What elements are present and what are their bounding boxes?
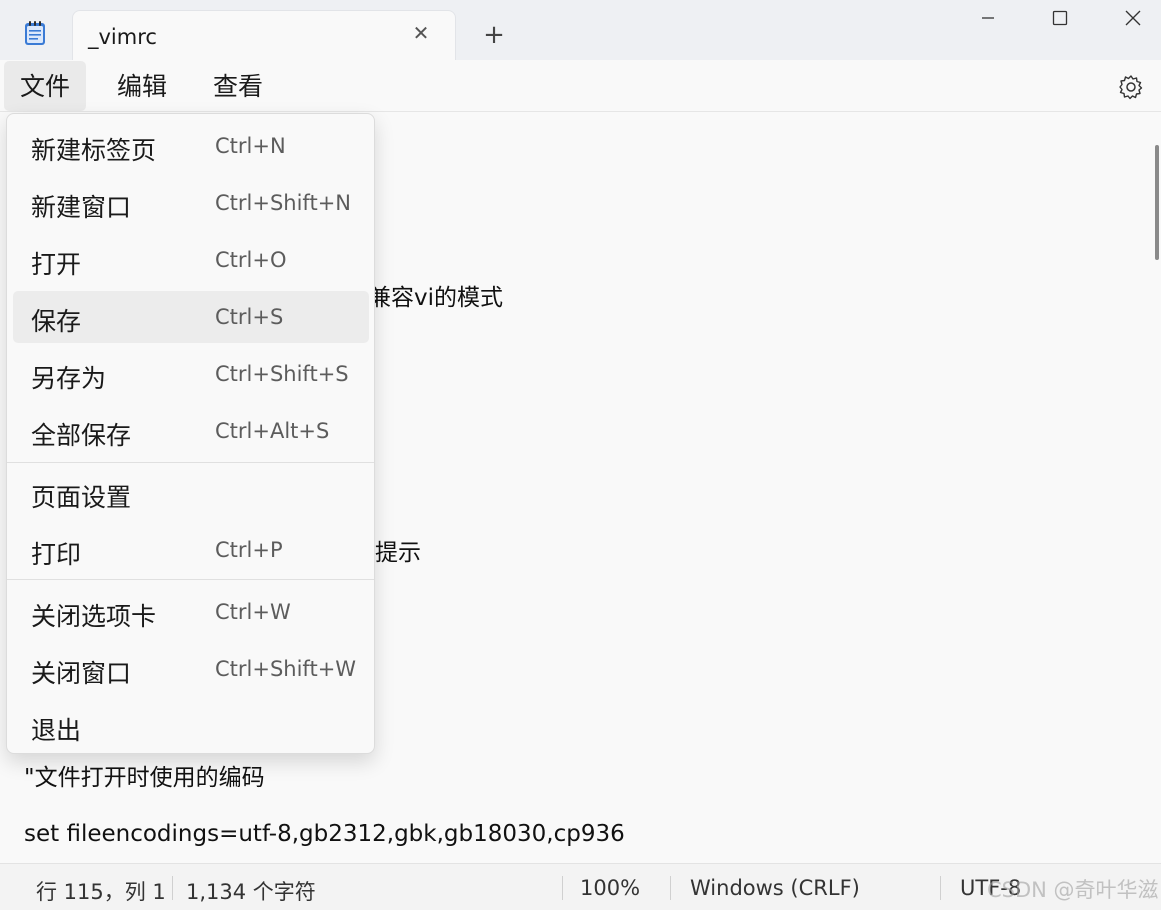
menu-item-exit[interactable]: 退出 xyxy=(13,700,369,752)
status-divider xyxy=(940,876,941,900)
menu-item-label: 关闭选项卡 xyxy=(31,602,157,631)
vertical-scrollbar[interactable] xyxy=(1155,145,1159,260)
editor-line: set fileencodings=utf-8,gb2312,gbk,gb180… xyxy=(24,821,625,847)
menu-separator xyxy=(7,462,374,463)
tab-vimrc[interactable]: _vimrc ✕ xyxy=(72,10,456,62)
editor-line: "文件打开时使用的编码 xyxy=(24,765,265,791)
line-ending[interactable]: Windows (CRLF) xyxy=(690,876,860,900)
editor-fragment: 兼容vi的模式 xyxy=(368,285,504,311)
cursor-position: 行 115，列 1 xyxy=(36,880,166,904)
tab-close-icon[interactable]: ✕ xyxy=(410,22,432,44)
menu-item-label: 打印 xyxy=(31,540,82,569)
menu-item-open[interactable]: 打开 Ctrl+O xyxy=(13,234,369,286)
status-divider xyxy=(562,876,563,900)
menu-item-label: 保存 xyxy=(31,307,82,336)
maximize-icon[interactable] xyxy=(1040,4,1080,32)
menu-item-shortcut: Ctrl+W xyxy=(215,600,291,624)
menu-item-shortcut: Ctrl+Shift+N xyxy=(215,191,351,215)
close-window-icon[interactable] xyxy=(1113,4,1153,32)
menu-item-shortcut: Ctrl+N xyxy=(215,134,286,158)
gear-icon[interactable] xyxy=(1117,73,1145,101)
status-divider xyxy=(670,876,671,900)
menu-item-new-window[interactable]: 新建窗口 Ctrl+Shift+N xyxy=(13,177,369,229)
menu-item-shortcut: Ctrl+Shift+S xyxy=(215,362,349,386)
new-tab-button[interactable]: + xyxy=(480,21,508,49)
menu-separator xyxy=(7,579,374,580)
menu-item-close-window[interactable]: 关闭窗口 Ctrl+Shift+W xyxy=(13,643,369,695)
menu-item-label: 另存为 xyxy=(31,364,107,393)
notepad-app-icon xyxy=(25,21,45,45)
menu-item-new-tab[interactable]: 新建标签页 Ctrl+N xyxy=(13,120,369,172)
menu-item-label: 关闭窗口 xyxy=(31,659,132,688)
menu-item-label: 退出 xyxy=(31,716,82,745)
zoom-level[interactable]: 100% xyxy=(580,876,640,900)
tab-title: _vimrc xyxy=(88,25,157,49)
menu-item-close-tab[interactable]: 关闭选项卡 Ctrl+W xyxy=(13,586,369,638)
menu-item-label: 页面设置 xyxy=(31,483,132,512)
menu-item-shortcut: Ctrl+Alt+S xyxy=(215,419,330,443)
menu-file[interactable]: 文件 xyxy=(4,61,87,111)
menu-item-save[interactable]: 保存 Ctrl+S xyxy=(13,291,369,343)
menu-view[interactable]: 查看 xyxy=(197,61,279,111)
minimize-icon[interactable] xyxy=(968,4,1008,32)
menu-item-label: 打开 xyxy=(31,250,82,279)
menu-item-shortcut: Ctrl+P xyxy=(215,538,283,562)
menu-item-save-all[interactable]: 全部保存 Ctrl+Alt+S xyxy=(13,405,369,457)
menu-bar: 文件 编辑 查看 xyxy=(0,60,1161,112)
watermark: CSDN @奇叶华滋 xyxy=(987,878,1159,902)
char-count: 1,134 个字符 xyxy=(186,880,316,904)
editor-fragment: 提示 xyxy=(375,540,421,566)
menu-item-label: 全部保存 xyxy=(31,421,132,450)
title-bar: _vimrc ✕ + xyxy=(0,0,1161,62)
menu-item-label: 新建窗口 xyxy=(31,193,132,222)
file-dropdown-menu: 新建标签页 Ctrl+N 新建窗口 Ctrl+Shift+N 打开 Ctrl+O… xyxy=(6,113,375,754)
menu-item-save-as[interactable]: 另存为 Ctrl+Shift+S xyxy=(13,348,369,400)
menu-item-shortcut: Ctrl+S xyxy=(215,305,284,329)
status-divider xyxy=(172,876,173,900)
menu-item-shortcut: Ctrl+O xyxy=(215,248,287,272)
menu-item-page-setup[interactable]: 页面设置 xyxy=(13,467,369,519)
menu-item-print[interactable]: 打印 Ctrl+P xyxy=(13,524,369,576)
menu-item-label: 新建标签页 xyxy=(31,136,157,165)
menu-edit[interactable]: 编辑 xyxy=(101,61,183,111)
menu-item-shortcut: Ctrl+Shift+W xyxy=(215,657,357,681)
